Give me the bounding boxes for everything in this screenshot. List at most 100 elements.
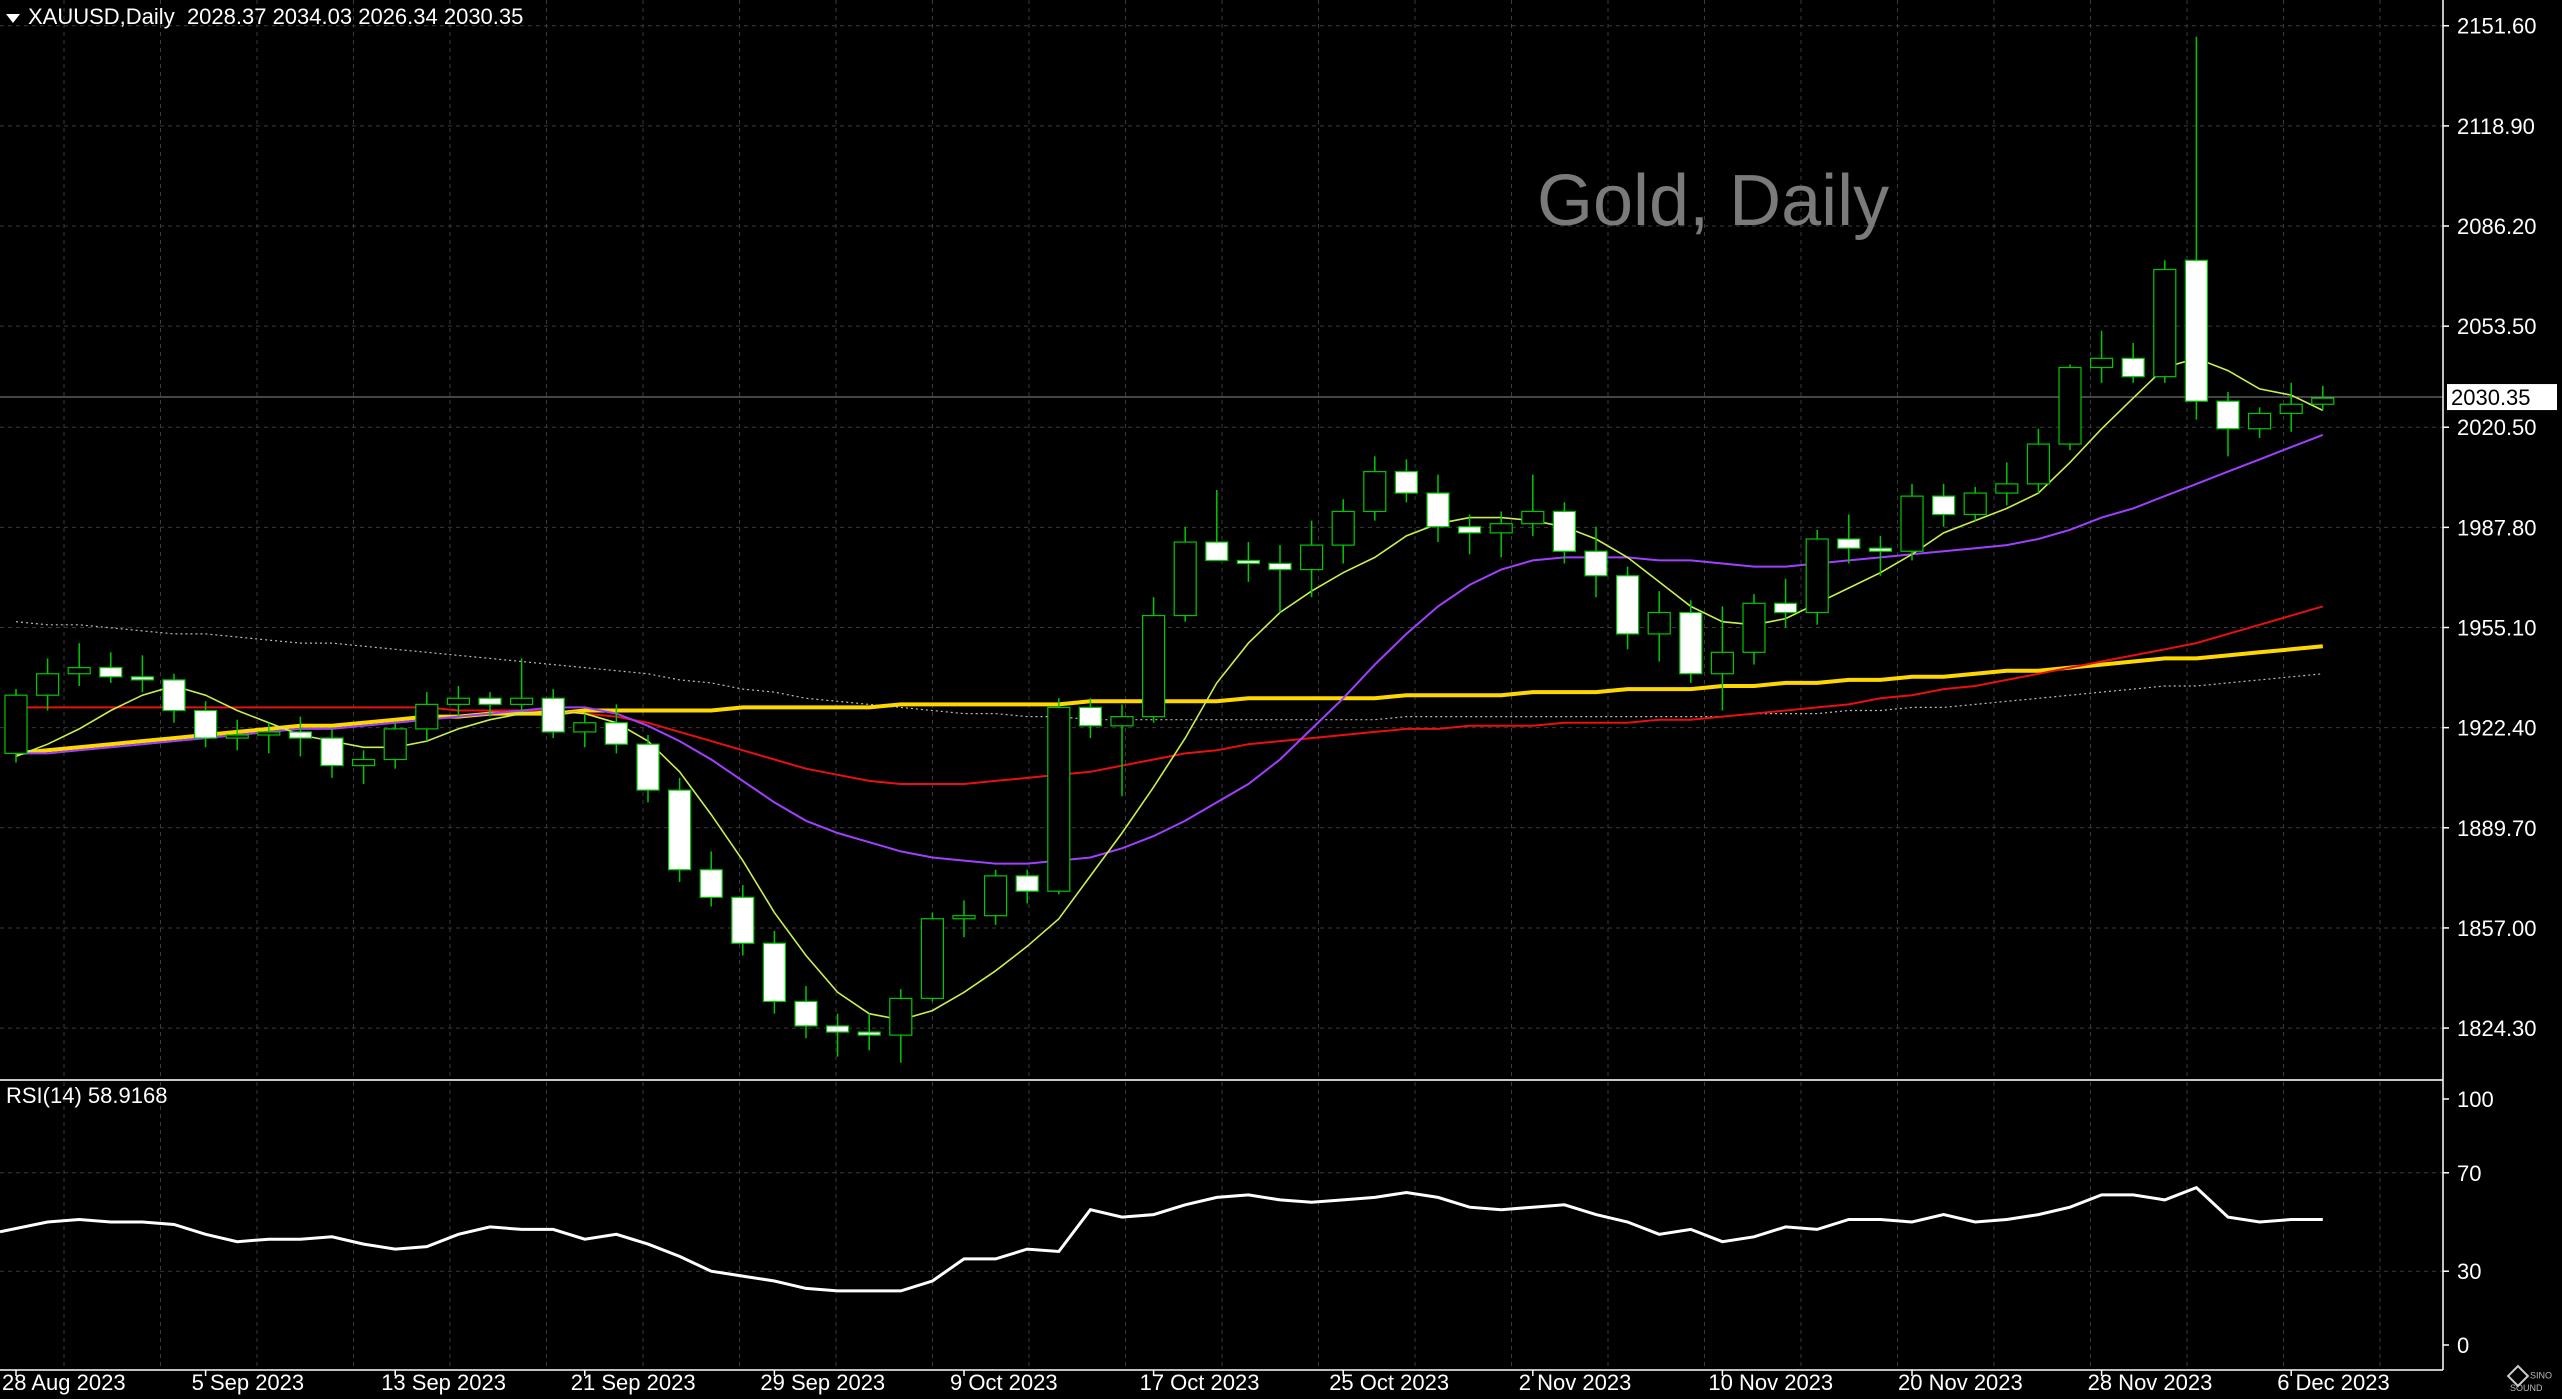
candle-body — [920, 918, 945, 999]
candle — [415, 692, 439, 742]
rsi-tick-label: 0 — [2457, 1333, 2469, 1358]
candle — [731, 885, 755, 956]
candle — [1363, 456, 1387, 521]
candle — [794, 986, 818, 1039]
candle-body — [1742, 602, 1766, 653]
ma-fast-line — [15, 357, 2324, 1021]
candle-body — [288, 731, 312, 739]
ohlc-label: 2028.37 2034.03 2026.34 2030.35 — [186, 4, 524, 29]
candle — [825, 1013, 850, 1057]
candle-body — [1615, 575, 1640, 635]
price-chart[interactable]: 2151.60 2118.90 2086.20 2053.50 2020.50 1987.… — [0, 0, 2562, 1399]
candlesticks — [4, 36, 2335, 1063]
dropdown-icon[interactable] — [6, 13, 20, 23]
candle-body — [1521, 510, 1545, 525]
candle — [2248, 407, 2272, 438]
candle-body — [2026, 443, 2051, 485]
candle — [35, 658, 60, 711]
candle — [1931, 483, 1956, 527]
candle — [1268, 545, 1292, 613]
candle-body — [1299, 544, 1324, 571]
candle — [636, 735, 660, 803]
candle — [667, 777, 692, 882]
candle — [1394, 459, 1419, 503]
time-tick-label: 6 Dec 2023 — [2277, 1370, 2390, 1395]
candle-body — [983, 875, 1008, 917]
candle — [1015, 869, 1039, 904]
candle-body — [1236, 559, 1261, 565]
candle — [2121, 343, 2145, 383]
candle — [983, 869, 1008, 925]
candle — [2153, 260, 2177, 383]
candle — [1552, 502, 1577, 564]
candle — [1647, 591, 1671, 662]
time-tick-label: 2 Nov 2023 — [1519, 1370, 1632, 1395]
candle-body — [194, 709, 218, 739]
candle-body — [1868, 547, 1893, 552]
candle-body — [130, 676, 154, 681]
candle-body — [1647, 611, 1671, 635]
candle-body — [667, 789, 692, 871]
candle — [699, 851, 723, 907]
price-tick-label: 1987.80 — [2457, 515, 2537, 540]
candle-body — [1584, 550, 1608, 577]
candle — [1078, 698, 1103, 739]
time-tick-label: 25 Oct 2023 — [1329, 1370, 1449, 1395]
price-tick-label: 1889.70 — [2457, 816, 2537, 841]
candle — [1584, 526, 1608, 598]
candle — [1205, 490, 1229, 562]
candle-body — [2058, 366, 2082, 445]
time-tick-label: 20 Nov 2023 — [1898, 1370, 2023, 1395]
candle-body — [1931, 495, 1956, 516]
candle-body — [1963, 492, 1987, 516]
candle-body — [257, 731, 281, 736]
candle-body — [952, 915, 976, 920]
candle — [1457, 514, 1482, 555]
candle — [67, 643, 91, 686]
chart-watermark: Gold, Daily — [1537, 161, 1890, 241]
candle-body — [446, 697, 470, 705]
rsi-line — [0, 1185, 2323, 1293]
candle — [383, 722, 407, 769]
candle-body — [1489, 523, 1513, 534]
candle-body — [1457, 526, 1482, 534]
candle-body — [857, 1031, 881, 1036]
candle-body — [510, 697, 534, 705]
candle — [446, 686, 470, 717]
price-tick-label: 2086.20 — [2457, 214, 2537, 239]
candle-body — [1773, 602, 1798, 614]
time-tick-label: 13 Sep 2023 — [381, 1370, 506, 1395]
candle — [2090, 330, 2114, 383]
candle-body — [99, 667, 123, 678]
candle — [2058, 364, 2082, 451]
candle-body — [1015, 875, 1039, 892]
candle-body — [2216, 400, 2240, 430]
candle-body — [2248, 412, 2272, 430]
candle-body — [1078, 706, 1103, 727]
candle — [2216, 392, 2240, 457]
candle-body — [1394, 471, 1419, 494]
candle — [99, 652, 123, 683]
candle-body — [604, 722, 629, 745]
time-tick-label: 10 Nov 2023 — [1708, 1370, 1833, 1395]
chart-header[interactable]: XAUUSD,Daily 2028.37 2034.03 2026.34 203… — [6, 4, 523, 30]
candle-body — [2090, 357, 2114, 369]
candle — [1615, 566, 1640, 650]
candle-body — [225, 734, 249, 739]
candle — [1173, 526, 1197, 622]
price-tick-label: 2053.50 — [2457, 314, 2537, 339]
price-tick-label: 1922.40 — [2457, 716, 2537, 741]
candle — [1047, 698, 1071, 895]
candle-body — [2153, 268, 2177, 378]
chart-grid — [0, 0, 2443, 1370]
candle — [2026, 428, 2051, 494]
price-tick-label: 1857.00 — [2457, 916, 2537, 941]
candle-body — [1141, 614, 1166, 718]
rsi-panel — [0, 1185, 2323, 1293]
candle-body — [1363, 471, 1387, 513]
candle-body — [2121, 357, 2145, 378]
candle-body — [1900, 495, 1924, 552]
time-tick-label: 28 Aug 2023 — [2, 1370, 126, 1395]
candle-body — [1805, 538, 1829, 614]
moving-averages — [15, 357, 2324, 1021]
